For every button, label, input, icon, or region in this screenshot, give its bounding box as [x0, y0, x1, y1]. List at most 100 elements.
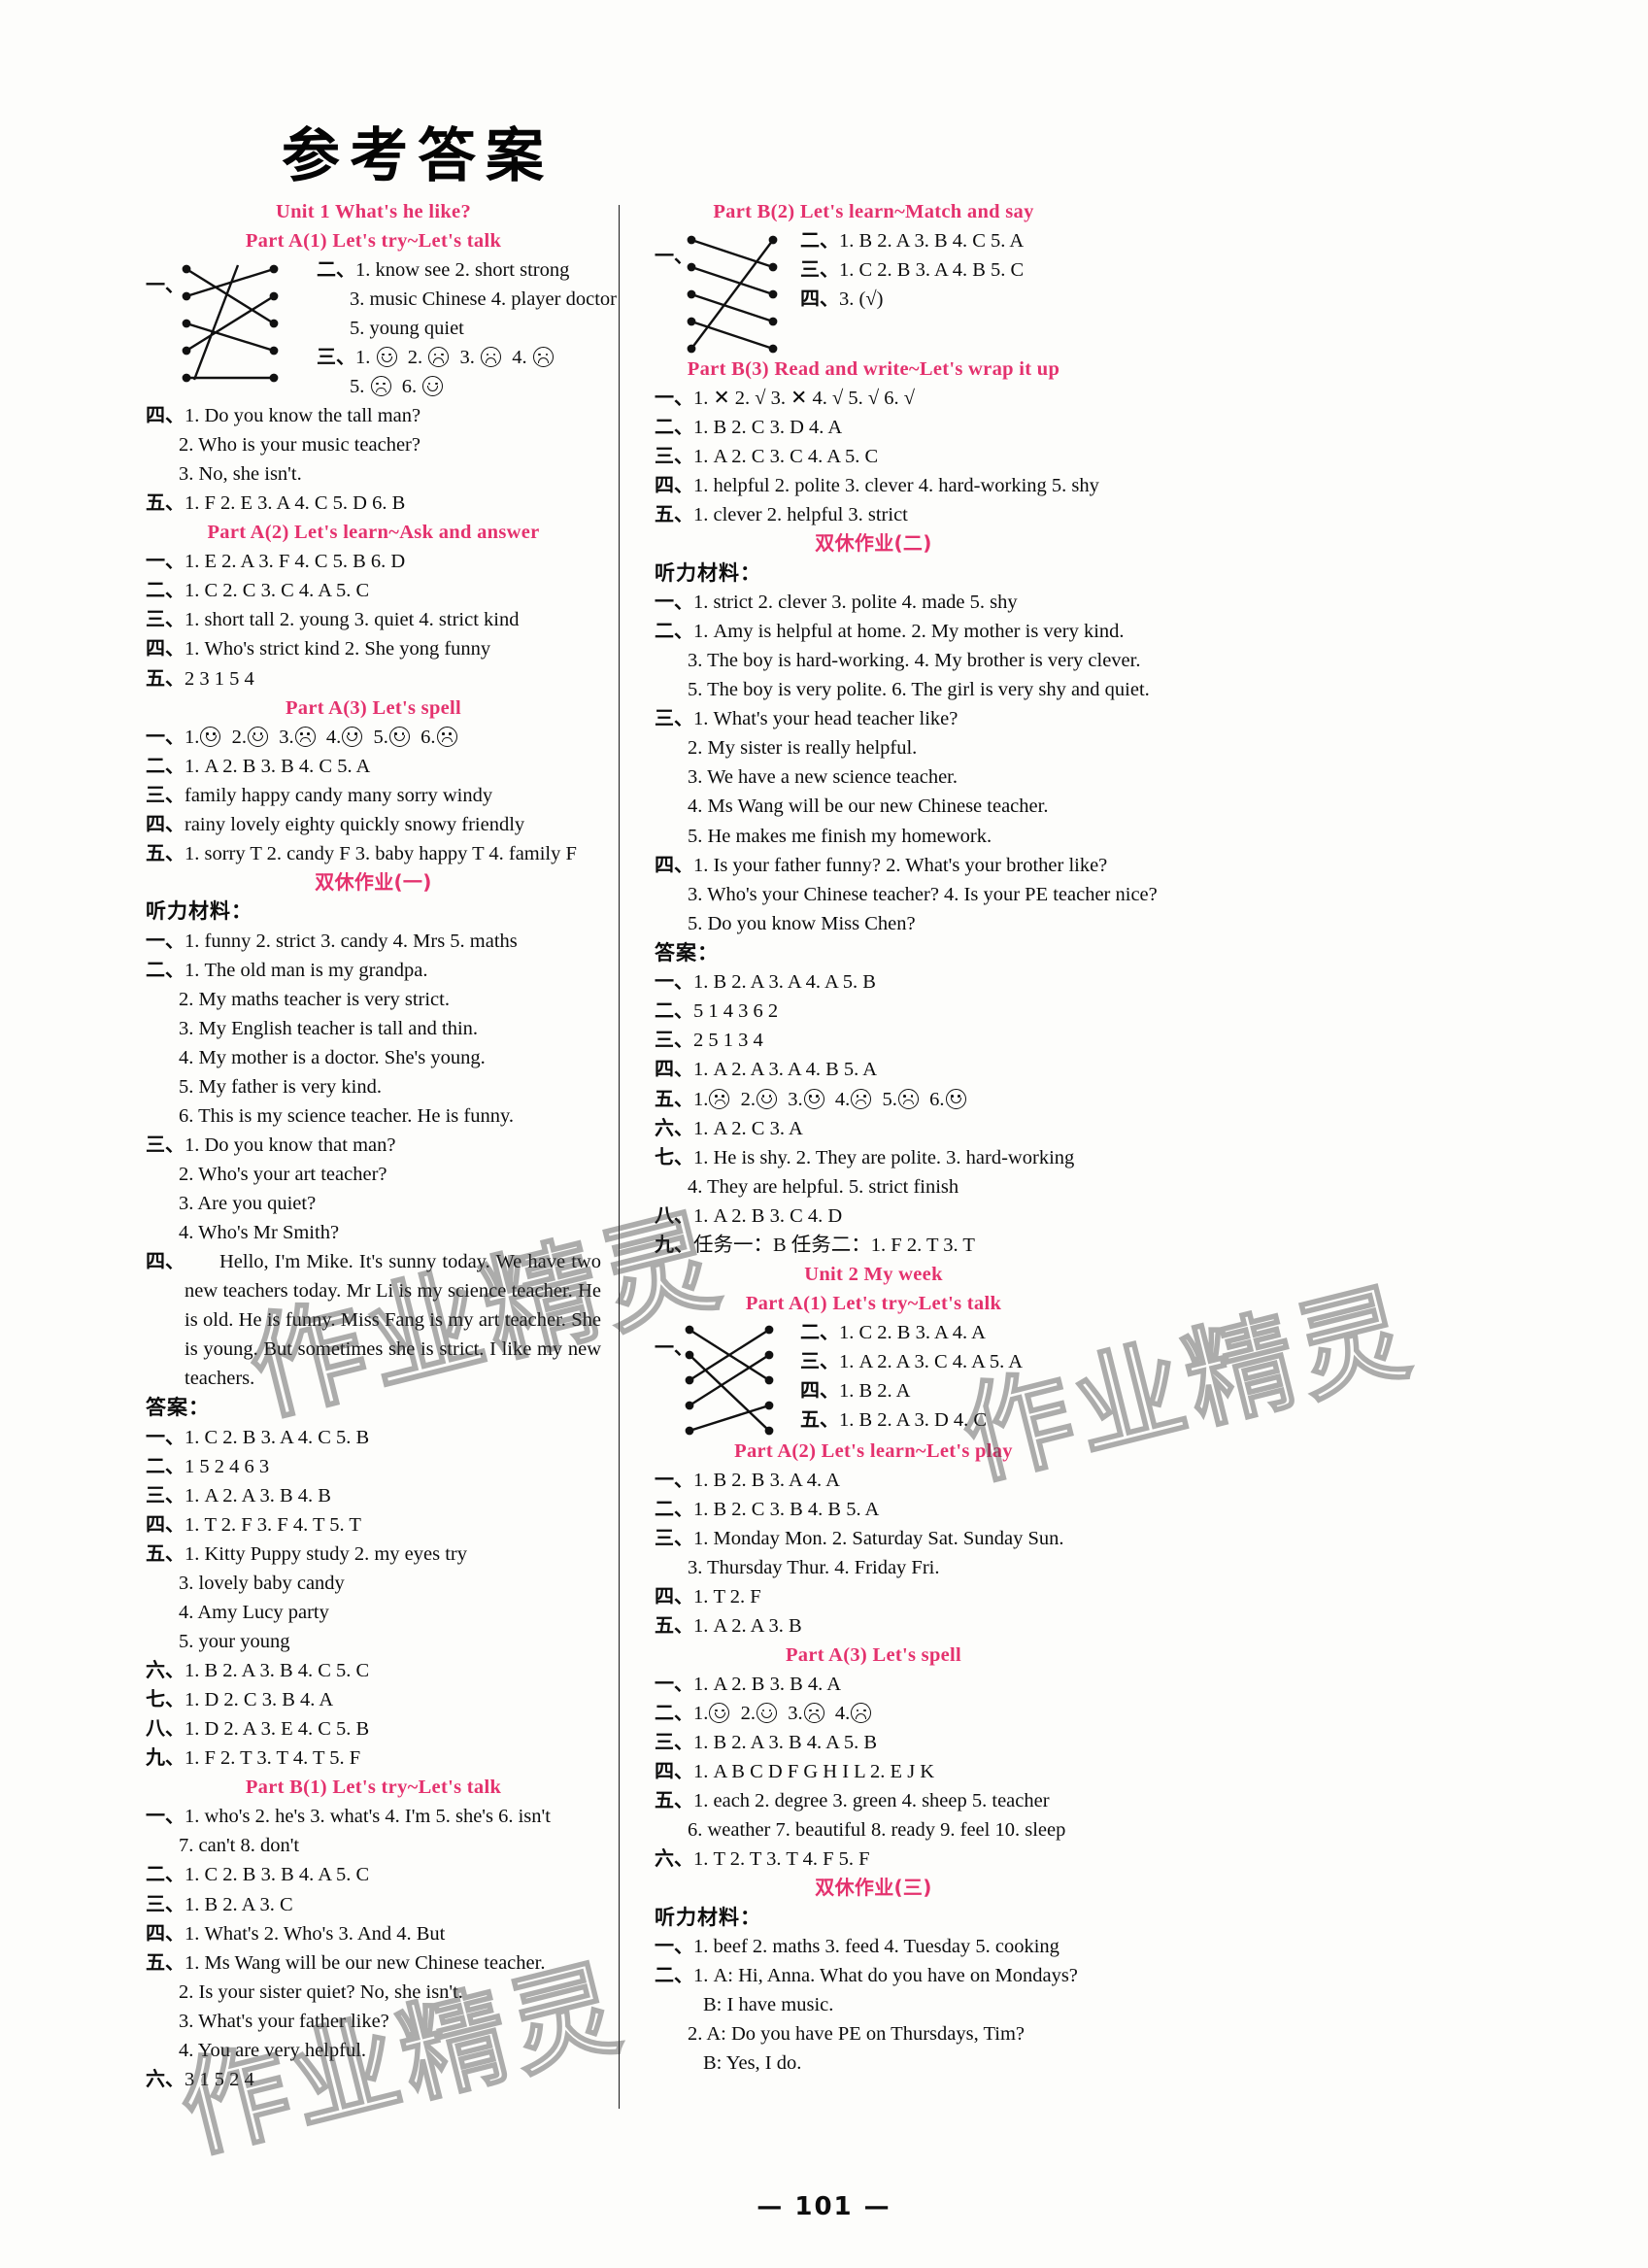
list-label: 三、 [800, 257, 839, 282]
list-label: 一、 [655, 1934, 693, 1958]
page-title: 参考答案 [282, 122, 554, 190]
list-label: 三、 [146, 1132, 185, 1156]
list-label: 四、 [655, 1583, 693, 1608]
answer-text: 任务一：B 任务二：1. F 2. T 3. T [693, 1234, 975, 1256]
answer-text: 1. F 2. T 3. T 4. T 5. F [185, 1747, 361, 1770]
list-label: 三、 [800, 1348, 839, 1372]
answer-text: 1. The old man is my grandpa. [185, 959, 428, 981]
answer-text: 1. short tall 2. young 3. quiet 4. stric… [185, 609, 520, 631]
smiley-sad-icon [428, 347, 450, 368]
smiley-happy-icon [757, 1088, 777, 1109]
smiley-sad-icon [851, 1088, 872, 1109]
list-label: 五、 [146, 1541, 185, 1566]
answer-text: 1. D 2. C 3. B 4. A [185, 1689, 334, 1711]
list-label: 六、 [146, 1658, 185, 1682]
answer-text: 1. C 2. B 3. A 4. C 5. B [185, 1427, 370, 1449]
list-label: 二、 [655, 1701, 693, 1725]
answer-text: 1. A 2. B 3. B 4. C 5. A [185, 755, 371, 777]
answer-text: 1. B 2. A 3. B 4. A 5. B [693, 1732, 878, 1754]
list-label: 二、 [146, 578, 185, 602]
two-column-layout: Unit 1 What's he like? Part A(1) Let's t… [146, 197, 1502, 2109]
answer-text: 1. each 2. degree 3. green 4. sheep 5. t… [693, 1790, 1050, 1812]
matching-diagram-label: 一、 [655, 244, 693, 268]
list-label: 三、 [146, 1483, 185, 1507]
answer-text: B: I have music. [703, 1994, 834, 2016]
answer-text: 3. The boy is hard-working. 4. My brothe… [688, 650, 1141, 672]
answer-text: 1. T 2. F 3. F 4. T 5. T [185, 1514, 361, 1537]
answer-text: 1. E 2. A 3. F 4. C 5. B 6. D [185, 551, 406, 573]
answer-text: 2 3 1 5 4 [185, 667, 254, 690]
answer-text: 1. D 2. A 3. E 4. C 5. B [185, 1718, 370, 1741]
list-label: 二、 [146, 1454, 185, 1478]
list-label: 五、 [655, 502, 693, 526]
answer-text: 1. helpful 2. polite 3. clever 4. hard-w… [693, 475, 1099, 497]
answer-text: 1. Who's strict kind 2. She yong funny [185, 638, 491, 660]
matching-diagram-part-b2: 一、 [655, 228, 800, 355]
list-label: 五、 [146, 491, 185, 515]
answer-faces-row: 三、1. 2. 3. 4. [317, 343, 601, 372]
section-header-unit2-part-a1: Part A(1) Let's try~Let's talk [745, 1292, 1002, 1314]
answer-text: 1. What's your head teacher like? [693, 708, 959, 730]
list-label: 二、 [800, 1319, 839, 1343]
answer-text: 1. who's 2. he's 3. what's 4. I'm 5. she… [185, 1806, 551, 1828]
answer-text: 4. Who's Mr Smith? [179, 1222, 340, 1244]
list-label: 二、 [655, 1963, 693, 1987]
answer-text: 1. C 2. B 3. B 4. A 5. C [185, 1864, 370, 1886]
listening-paragraph: Hello, I'm Mike. It's sunny today. We ha… [185, 1251, 601, 1390]
answer-text: 1. B 2. A 3. D 4. C [839, 1408, 988, 1431]
section-header-weekend-homework-3: 双休作业(三) [815, 1876, 932, 1900]
list-label: 二、 [800, 228, 839, 253]
answer-text: B: Yes, I do. [703, 2052, 802, 2075]
list-label: 二、 [146, 753, 185, 777]
answer-text: 5. He makes me finish my homework. [688, 825, 992, 847]
section-header-unit2-part-a2: Part A(2) Let's learn~Let's play [734, 1439, 1013, 1462]
smiley-happy-icon [388, 726, 410, 747]
list-label: 四、 [800, 1377, 839, 1402]
list-label: 一、 [655, 386, 693, 410]
list-label: 四、 [655, 473, 693, 497]
list-label: 一、 [655, 969, 693, 994]
answer-text: 1. funny 2. strict 3. candy 4. Mrs 5. ma… [185, 930, 518, 952]
list-label: 六、 [146, 2066, 185, 2090]
answer-text: 1. C 2. B 3. A 4. A [839, 1321, 986, 1343]
section-header-part-a1: Part A(1) Let's try~Let's talk [245, 230, 502, 253]
list-label: 五、 [655, 1086, 693, 1110]
answer-text: 1. A 2. C 3. C 4. A 5. C [693, 446, 879, 468]
answer-text: 5. Do you know Miss Chen? [688, 912, 916, 934]
answer-text: family happy candy many sorry windy [185, 784, 493, 806]
answer-text: 1. ✕ 2. √ 3. ✕ 4. √ 5. √ 6. √ [693, 388, 915, 410]
answer-text: 1. B 2. A 3. A 4. A 5. B [693, 971, 876, 994]
smiley-sad-icon [370, 376, 391, 397]
list-label: 五、 [146, 665, 185, 690]
list-label: 二、 [655, 619, 693, 643]
answer-text: 1. B 2. B 3. A 4. A [693, 1469, 840, 1491]
list-label: 四、 [655, 852, 693, 876]
list-label: 八、 [655, 1202, 693, 1227]
list-label: 七、 [146, 1687, 185, 1711]
answer-text: 4. My mother is a doctor. She's young. [179, 1046, 486, 1068]
answer-text: 4. Amy Lucy party [179, 1602, 329, 1624]
answer-text: 1. B 2. A 3. B 4. C 5. C [185, 1660, 370, 1682]
list-label: 五、 [146, 1949, 185, 1974]
answer-faces-row: 五、1. 2. 3. 4. 5. 6. [655, 1085, 1093, 1114]
answer-text: 2. My maths teacher is very strict. [179, 988, 450, 1010]
smiley-sad-icon [481, 347, 501, 368]
section-header-part-a3: Part A(3) Let's spell [285, 696, 462, 719]
answer-text: 3. We have a new science teacher. [688, 766, 958, 789]
answer-faces-row: 5. 6. [317, 372, 601, 401]
smiley-sad-icon [436, 726, 457, 747]
answer-text: 1. A 2. A 3. C 4. A 5. A [839, 1350, 1024, 1372]
answer-text: 1. know see 2. short strong [355, 259, 570, 282]
answer-text: 1. B 2. C 3. B 4. B 5. A [693, 1498, 880, 1520]
list-label: 一、 [655, 590, 693, 614]
answer-text: 1. Ms Wang will be our new Chinese teach… [185, 1951, 546, 1974]
answer-text: 4. You are very helpful. [179, 2039, 367, 2061]
list-label: 三、 [146, 782, 185, 806]
answer-text: 1. A: Hi, Anna. What do you have on Mond… [693, 1965, 1078, 1987]
smiley-sad-icon [532, 347, 554, 368]
answer-text: 1. B 2. A [839, 1379, 911, 1402]
matching-diagram-label: 一、 [146, 273, 185, 297]
unit-header-unit1: Unit 1 What's he like? [276, 201, 471, 222]
answer-text: 1. B 2. A 3. B 4. C 5. A [839, 230, 1025, 253]
answer-text: 1. Amy is helpful at home. 2. My mother … [693, 621, 1125, 643]
